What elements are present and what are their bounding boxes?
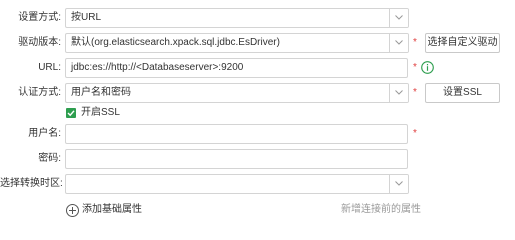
timezone-label: 选择转换时区: — [0, 178, 63, 189]
username-label: 用户名: — [28, 128, 61, 139]
timezone-row: 选择转换时区: — [0, 174, 515, 194]
set-ssl-button[interactable]: 设置SSL — [425, 83, 500, 103]
driver-select[interactable]: 默认(org.elasticsearch.xpack.sql.jdbc.EsDr… — [65, 33, 409, 53]
password-label: 密码: — [38, 153, 61, 164]
username-required-mark: * — [413, 128, 417, 139]
info-icon[interactable] — [421, 61, 434, 74]
username-row: 用户名: * — [0, 124, 515, 144]
add-circle-icon[interactable] — [66, 204, 79, 217]
setup-mode-dropdown-button[interactable] — [389, 9, 408, 27]
auth-dropdown-button[interactable] — [389, 84, 408, 102]
auth-row: 认证方式: 用户名和密码 * 设置SSL — [0, 83, 515, 103]
setup-mode-value: 按URL — [71, 12, 102, 23]
url-row: URL: jdbc:es://http://<Databaseserver>:9… — [0, 58, 515, 78]
url-label: URL: — [38, 62, 61, 73]
password-row: 密码: — [0, 149, 515, 169]
choose-custom-driver-button[interactable]: 选择自定义驱动 — [425, 33, 500, 53]
username-input[interactable] — [65, 124, 408, 144]
chevron-down-icon — [395, 90, 403, 95]
new-attr-hint: 新增连接前的属性 — [341, 204, 421, 215]
setup-mode-row: 设置方式: 按URL — [0, 8, 515, 28]
driver-value: 默认(org.elasticsearch.xpack.sql.jdbc.EsDr… — [71, 37, 280, 48]
ssl-row: 开启SSL — [0, 105, 515, 121]
auth-required-mark: * — [413, 87, 417, 98]
add-attr-row: 添加基础属性 新增连接前的属性 — [0, 201, 515, 218]
auth-select[interactable]: 用户名和密码 — [65, 83, 409, 103]
check-icon — [67, 110, 75, 117]
timezone-dropdown-button[interactable] — [389, 175, 408, 193]
enable-ssl-label: 开启SSL — [81, 107, 120, 118]
chevron-down-icon — [395, 181, 403, 186]
driver-dropdown-button[interactable] — [389, 34, 408, 52]
password-input[interactable] — [65, 149, 408, 169]
url-required-mark: * — [413, 62, 417, 73]
setup-mode-label: 设置方式: — [18, 12, 61, 23]
auth-label: 认证方式: — [18, 87, 61, 98]
timezone-select[interactable] — [65, 174, 409, 194]
add-base-attr-link[interactable]: 添加基础属性 — [82, 201, 142, 218]
auth-value: 用户名和密码 — [71, 87, 131, 98]
chevron-down-icon — [395, 15, 403, 20]
driver-row: 驱动版本: 默认(org.elasticsearch.xpack.sql.jdb… — [0, 33, 515, 53]
enable-ssl-checkbox[interactable] — [66, 108, 76, 118]
driver-label: 驱动版本: — [18, 37, 61, 48]
setup-mode-select[interactable]: 按URL — [65, 8, 409, 28]
chevron-down-icon — [395, 40, 403, 45]
driver-required-mark: * — [413, 37, 417, 48]
url-input[interactable]: jdbc:es://http://<Databaseserver>:9200 — [65, 58, 408, 78]
